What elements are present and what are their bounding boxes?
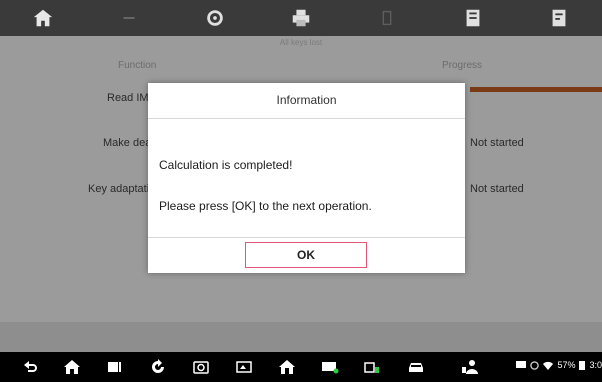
- print-icon: [292, 9, 310, 27]
- camera-icon: [193, 361, 209, 374]
- recent-apps-icon: [108, 362, 121, 372]
- row-status: Not started: [470, 183, 524, 195]
- home-button[interactable]: [25, 3, 61, 33]
- back-button[interactable]: [111, 3, 147, 33]
- vehicle-connection-nav-button[interactable]: [362, 358, 382, 376]
- screenshot-nav-button[interactable]: [234, 358, 254, 376]
- system-navigation-bar: 57% 3:0: [0, 352, 602, 382]
- message-icon: [516, 361, 527, 368]
- back-arrow-icon: [24, 361, 37, 372]
- wifi-icon: [543, 361, 554, 370]
- vci-icon: [322, 362, 339, 374]
- recents-nav-button[interactable]: [104, 358, 124, 376]
- user-nav-button[interactable]: [460, 358, 480, 376]
- refresh-icon: [152, 359, 164, 373]
- maxisys-home-nav-button[interactable]: [277, 358, 297, 376]
- refresh-nav-button[interactable]: [148, 358, 168, 376]
- vehicle-nav-button[interactable]: [406, 358, 426, 376]
- ok-button[interactable]: OK: [245, 242, 367, 268]
- sync-icon: [530, 360, 540, 370]
- battery-level: 57%: [557, 360, 576, 370]
- car-icon: [409, 363, 423, 372]
- dialog-message-line-2: Please press [OK] to the next operation.: [159, 199, 372, 213]
- report-icon: [552, 9, 566, 27]
- save-button[interactable]: [455, 3, 491, 33]
- print-button[interactable]: [283, 3, 319, 33]
- vci-nav-button[interactable]: [320, 358, 340, 376]
- report-button[interactable]: [541, 3, 577, 33]
- system-status-area: 57% 3:0: [516, 360, 602, 370]
- battery-icon: [579, 361, 586, 370]
- dialog-title: Information: [148, 83, 465, 119]
- clock: 3:0: [589, 360, 602, 370]
- home-icon: [64, 360, 80, 374]
- page-subtitle: All keys lost: [279, 38, 323, 47]
- user-icon: [462, 360, 478, 374]
- top-toolbar: [0, 0, 602, 36]
- row-status: Not started: [470, 137, 524, 149]
- home-nav-button[interactable]: [62, 358, 82, 376]
- help-button[interactable]: [369, 3, 405, 33]
- back-nav-button[interactable]: [20, 358, 40, 376]
- save-icon: [466, 9, 480, 27]
- column-header-progress: Progress: [442, 60, 483, 71]
- back-icon: [123, 17, 135, 19]
- dialog-message-line-1: Calculation is completed!: [159, 158, 293, 172]
- column-header-function: Function: [118, 60, 157, 71]
- settings-button[interactable]: [197, 3, 233, 33]
- camera-nav-button[interactable]: [191, 358, 211, 376]
- help-icon: [382, 10, 392, 26]
- progress-bar: [470, 87, 602, 92]
- vehicle-connection-icon: [364, 362, 379, 373]
- bottom-function-strip: [0, 322, 602, 352]
- dialog-divider: [148, 237, 465, 238]
- home-icon: [33, 9, 53, 27]
- maxisys-home-icon: [279, 360, 295, 374]
- settings-icon: [207, 10, 223, 26]
- screenshot-icon: [236, 361, 252, 373]
- information-dialog: Information Calculation is completed! Pl…: [148, 83, 465, 273]
